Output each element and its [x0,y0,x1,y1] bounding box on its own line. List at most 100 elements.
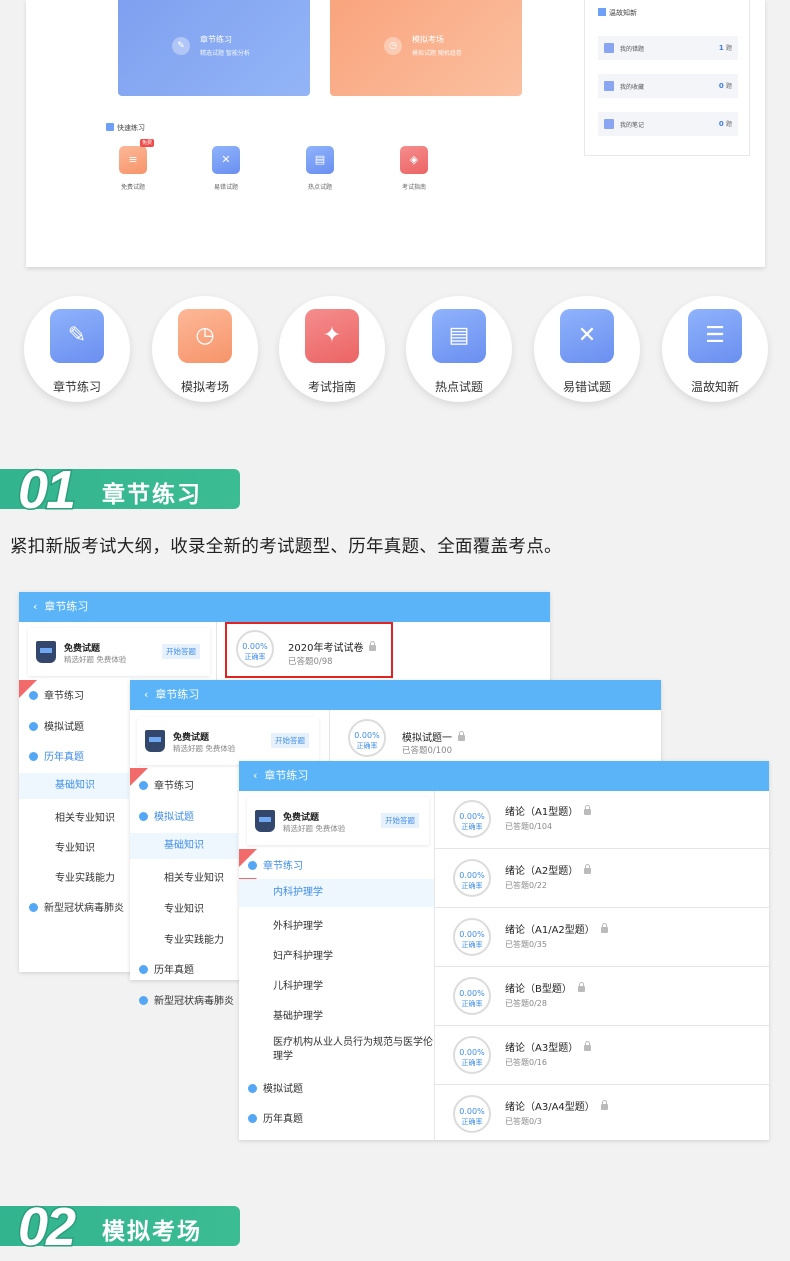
review-row-mistakes[interactable]: 我的错题 1 题 [598,36,738,60]
card-subtitle: 精选试题 智能分析 [200,50,250,57]
note-icon [604,119,614,129]
feature-label: 易错试题 [562,380,611,394]
quick-item-label: 热点试题 [307,184,332,191]
wrong-icon [604,43,614,53]
menu-item[interactable]: 模拟试题 [139,808,194,823]
section-description: 紧扣新版考试大纲，收录全新的考试题型、历年真题、全面覆盖考点。 [10,537,562,557]
chapter-practice-card[interactable]: ✎ 章节练习 精选试题 智能分析 [118,0,310,96]
card-title: 模拟考场 [412,35,444,44]
quick-item-hot[interactable]: ▤ 热点试题 [295,146,345,191]
submenu-item[interactable]: 相关专业知识 [164,869,224,884]
feature-mock-exam[interactable]: ◷ 模拟考场 [152,296,258,402]
lock-icon [369,641,377,651]
review-row-favorites[interactable]: 我的收藏 0 题 [598,74,738,98]
lock-icon [577,982,585,992]
menu-item[interactable]: 新型冠状病毒肺炎 [139,992,234,1007]
review-panel: 温故知新 我的错题 1 题 我的收藏 0 题 我的笔记 0 题 [584,0,750,156]
wrong-book-icon: ✕ [212,146,240,174]
pencil-icon: ✎ [50,309,104,363]
lock-icon [584,805,592,815]
submenu-item[interactable]: 基础护理学 [273,1007,323,1022]
lock-icon [584,864,592,874]
start-button[interactable]: 开始答题 [381,813,419,828]
menu-item[interactable]: 历年真题 [248,1110,303,1125]
documents-icon: ▤ [306,146,334,174]
section-title: 模拟考场 [102,1219,202,1245]
accuracy-ring: 0.00% 正确率 [453,918,491,956]
submenu-item[interactable]: 相关专业知识 [55,809,115,824]
quick-item-label: 易错试题 [213,184,238,191]
free-questions-book[interactable]: 免费试题 精选好题 免费体验 开始答题 [247,797,429,845]
feature-review[interactable]: ☰ 温故知新 [662,296,768,402]
question-set-row[interactable]: 0.00% 正确率 绪论（A2型题） 已答题0/22 [435,849,769,908]
exam-title[interactable]: 模拟试题一 [402,729,465,744]
question-set-row[interactable]: 0.00% 正确率 绪论（A3/A4型题） 已答题0/3 [435,1085,769,1144]
accuracy-ring: 0.00% 正确率 [348,719,386,757]
menu-item[interactable]: 章节练习 [29,687,84,702]
submenu-item[interactable]: 专业实践能力 [164,931,224,946]
quick-item-free[interactable]: ≡ 免费 免费试题 [108,139,158,191]
menu-item[interactable]: 历年真题 [29,748,84,763]
mock-exam-card[interactable]: ◷ 模拟考场 模拟试题 随机组卷 [330,0,522,96]
panel-header[interactable]: ‹ 章节练习 [239,761,769,791]
menu-item[interactable]: 历年真题 [139,961,194,976]
submenu-item[interactable]: 专业实践能力 [55,869,115,884]
submenu-item[interactable]: 儿科护理学 [273,977,323,992]
submenu-item[interactable]: 妇产科护理学 [273,947,333,962]
submenu-item[interactable]: 内科护理学 [239,879,434,907]
submenu-item[interactable]: 基础知识 [19,773,129,799]
chapter-panel-3: ‹ 章节练习 免费试题 精选好题 免费体验 开始答题 章节练习 内科护理学 外科… [239,761,769,1140]
exam-title[interactable]: 2020年考试试卷 [288,639,377,654]
menu-item[interactable]: 章节练习 [248,857,303,872]
submenu-item[interactable]: 外科护理学 [273,917,323,932]
quick-item-label: 考试指南 [401,184,426,191]
submenu-item[interactable]: 专业知识 [164,900,204,915]
feature-wrong-questions[interactable]: ✕ 易错试题 [534,296,640,402]
quick-item-guide[interactable]: ◈ 考试指南 [389,146,439,191]
menu-item[interactable]: 章节练习 [139,777,194,792]
menu-item[interactable]: 模拟试题 [29,718,84,733]
question-set-row[interactable]: 0.00% 正确率 绪论（B型题） 已答题0/28 [435,967,769,1026]
submenu-item[interactable]: 基础知识 [130,833,238,859]
feature-label: 考试指南 [307,380,356,394]
book-icon [598,8,606,16]
book-cover-icon [255,810,275,832]
notebook-icon: ☰ [688,309,742,363]
feature-exam-guide[interactable]: ✦ 考试指南 [279,296,385,402]
accuracy-ring: 0.00% 正确率 [453,1036,491,1074]
feature-hot-questions[interactable]: ▤ 热点试题 [406,296,512,402]
question-set-row[interactable]: 0.00% 正确率 绪论（A1型题） 已答题0/104 [435,790,769,849]
accuracy-ring: 0.00% 正确率 [236,630,274,668]
feature-label: 热点试题 [434,380,483,394]
question-set-row[interactable]: 0.00% 正确率 绪论（A3型题） 已答题0/16 [435,1026,769,1085]
free-questions-book[interactable]: 免费试题 精选好题 免费体验 开始答题 [28,628,210,676]
book-icon [106,123,114,131]
section-header-01: 01 章节练习 [0,459,240,522]
star-icon [604,81,614,91]
panel-header[interactable]: ‹ 章节练习 [19,592,550,622]
menu-item[interactable]: 模拟试题 [248,1080,303,1095]
accuracy-ring: 0.00% 正确率 [453,800,491,838]
feature-label: 温故知新 [690,380,739,394]
start-button[interactable]: 开始答题 [162,644,200,659]
exam-progress: 已答题0/100 [402,746,452,756]
submenu-item[interactable]: 医疗机构从业人员行为规范与医学伦理学 [273,1036,433,1064]
lock-icon [584,1041,592,1051]
quick-item-wrong[interactable]: ✕ 易错试题 [201,146,251,191]
review-title: 温故知新 [598,8,637,18]
question-set-row[interactable]: 0.00% 正确率 绪论（A1/A2型题） 已答题0/35 [435,908,769,967]
card-title: 章节练习 [200,35,232,44]
lock-icon [600,1100,608,1110]
feature-chapter-practice[interactable]: ✎ 章节练习 [24,296,130,402]
menu-item[interactable]: 新型冠状病毒肺炎 [29,899,124,914]
accuracy-ring: 0.00% 正确率 [453,977,491,1015]
edit-doc-icon: ≡ 免费 [119,139,154,174]
section-number: 01 [16,459,77,522]
section-header-02: 02 模拟考场 [0,1196,240,1259]
review-row-notes[interactable]: 我的笔记 0 题 [598,112,738,136]
start-button[interactable]: 开始答题 [271,733,309,748]
panel-header[interactable]: ‹ 章节练习 [130,680,661,710]
documents-icon: ▤ [432,309,486,363]
submenu-item[interactable]: 专业知识 [55,839,95,854]
free-questions-book[interactable]: 免费试题 精选好题 免费体验 开始答题 [137,717,319,765]
